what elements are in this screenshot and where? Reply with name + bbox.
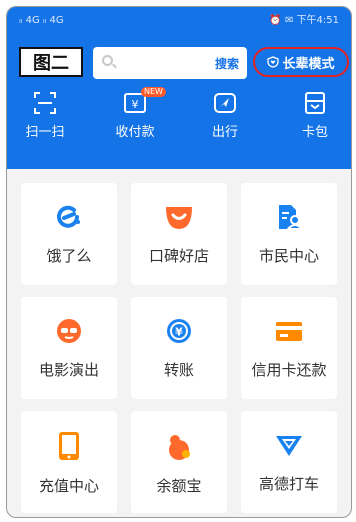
service-eleme[interactable]: 饿了么 <box>21 183 117 285</box>
search-button[interactable]: 搜索 <box>215 55 239 72</box>
phone-screen: ᵢₗ 4G ᵢₗ 4G ⏰ ✉ 下午4:51 图二 搜索 长辈模式 扫一扫 NE… <box>6 6 352 518</box>
status-bar: ᵢₗ 4G ᵢₗ 4G ⏰ ✉ 下午4:51 <box>19 15 339 27</box>
service-label: 转账 <box>163 361 194 379</box>
service-label: 高德打车 <box>258 475 319 493</box>
service-grid: 饿了么 口碑好店 市民中心 电影演出 ¥ 转账 信用卡还款 充值中心 余额宝 高… <box>7 169 351 517</box>
svg-text:¥: ¥ <box>132 98 139 111</box>
status-time: ⏰ ✉ 下午4:51 <box>269 15 339 26</box>
koubei-icon <box>166 207 192 229</box>
quick-action-payment[interactable]: NEW ¥ 收付款 <box>101 87 169 157</box>
transfer-icon: ¥ <box>167 319 191 343</box>
new-badge: NEW <box>141 87 166 97</box>
elder-mode-label: 长辈模式 <box>282 56 335 72</box>
service-label: 饿了么 <box>46 247 92 265</box>
service-label: 信用卡还款 <box>251 361 327 379</box>
service-label: 电影演出 <box>38 361 99 379</box>
citizen-center-icon <box>279 205 303 230</box>
service-citizen-center[interactable]: 市民中心 <box>241 183 337 285</box>
recharge-icon <box>59 432 79 460</box>
svg-text:¥: ¥ <box>175 326 183 339</box>
quick-action-label: 卡包 <box>301 125 328 140</box>
service-yuebao[interactable]: 余额宝 <box>131 411 227 513</box>
service-amap-taxi[interactable]: 高德打车 <box>241 411 337 513</box>
shield-heart-icon <box>267 56 280 68</box>
search-bar[interactable]: 搜索 <box>93 47 247 79</box>
service-koubei[interactable]: 口碑好店 <box>131 183 227 285</box>
quick-action-scan[interactable]: 扫一扫 <box>11 91 79 157</box>
quick-action-label: 扫一扫 <box>25 125 65 140</box>
travel-icon <box>214 93 236 113</box>
service-label: 余额宝 <box>156 477 202 495</box>
quick-action-label: 收付款 <box>115 125 155 140</box>
quick-action-label: 出行 <box>211 125 238 140</box>
search-icon <box>102 55 113 66</box>
app-header: ᵢₗ 4G ᵢₗ 4G ⏰ ✉ 下午4:51 图二 搜索 长辈模式 扫一扫 NE… <box>7 7 351 169</box>
amap-taxi-icon <box>276 436 302 456</box>
quick-action-travel[interactable]: 出行 <box>191 91 259 157</box>
elder-mode-button[interactable]: 长辈模式 <box>253 47 349 77</box>
service-credit-card[interactable]: 信用卡还款 <box>241 297 337 399</box>
service-label: 口碑好店 <box>148 247 209 265</box>
quick-action-card-pack[interactable]: 卡包 <box>281 91 349 157</box>
yuebao-icon <box>169 435 190 460</box>
figure-label: 图二 <box>19 47 83 77</box>
signal-indicators: ᵢₗ 4G ᵢₗ 4G <box>19 15 64 26</box>
movie-icon <box>57 319 81 343</box>
service-label: 市民中心 <box>258 247 319 265</box>
credit-card-icon <box>276 322 302 341</box>
card-pack-icon <box>305 92 325 114</box>
eleme-icon <box>57 205 80 228</box>
service-label: 充值中心 <box>38 477 99 495</box>
service-transfer[interactable]: ¥ 转账 <box>131 297 227 399</box>
service-recharge[interactable]: 充值中心 <box>21 411 117 513</box>
service-movie[interactable]: 电影演出 <box>21 297 117 399</box>
scan-icon <box>34 92 56 114</box>
